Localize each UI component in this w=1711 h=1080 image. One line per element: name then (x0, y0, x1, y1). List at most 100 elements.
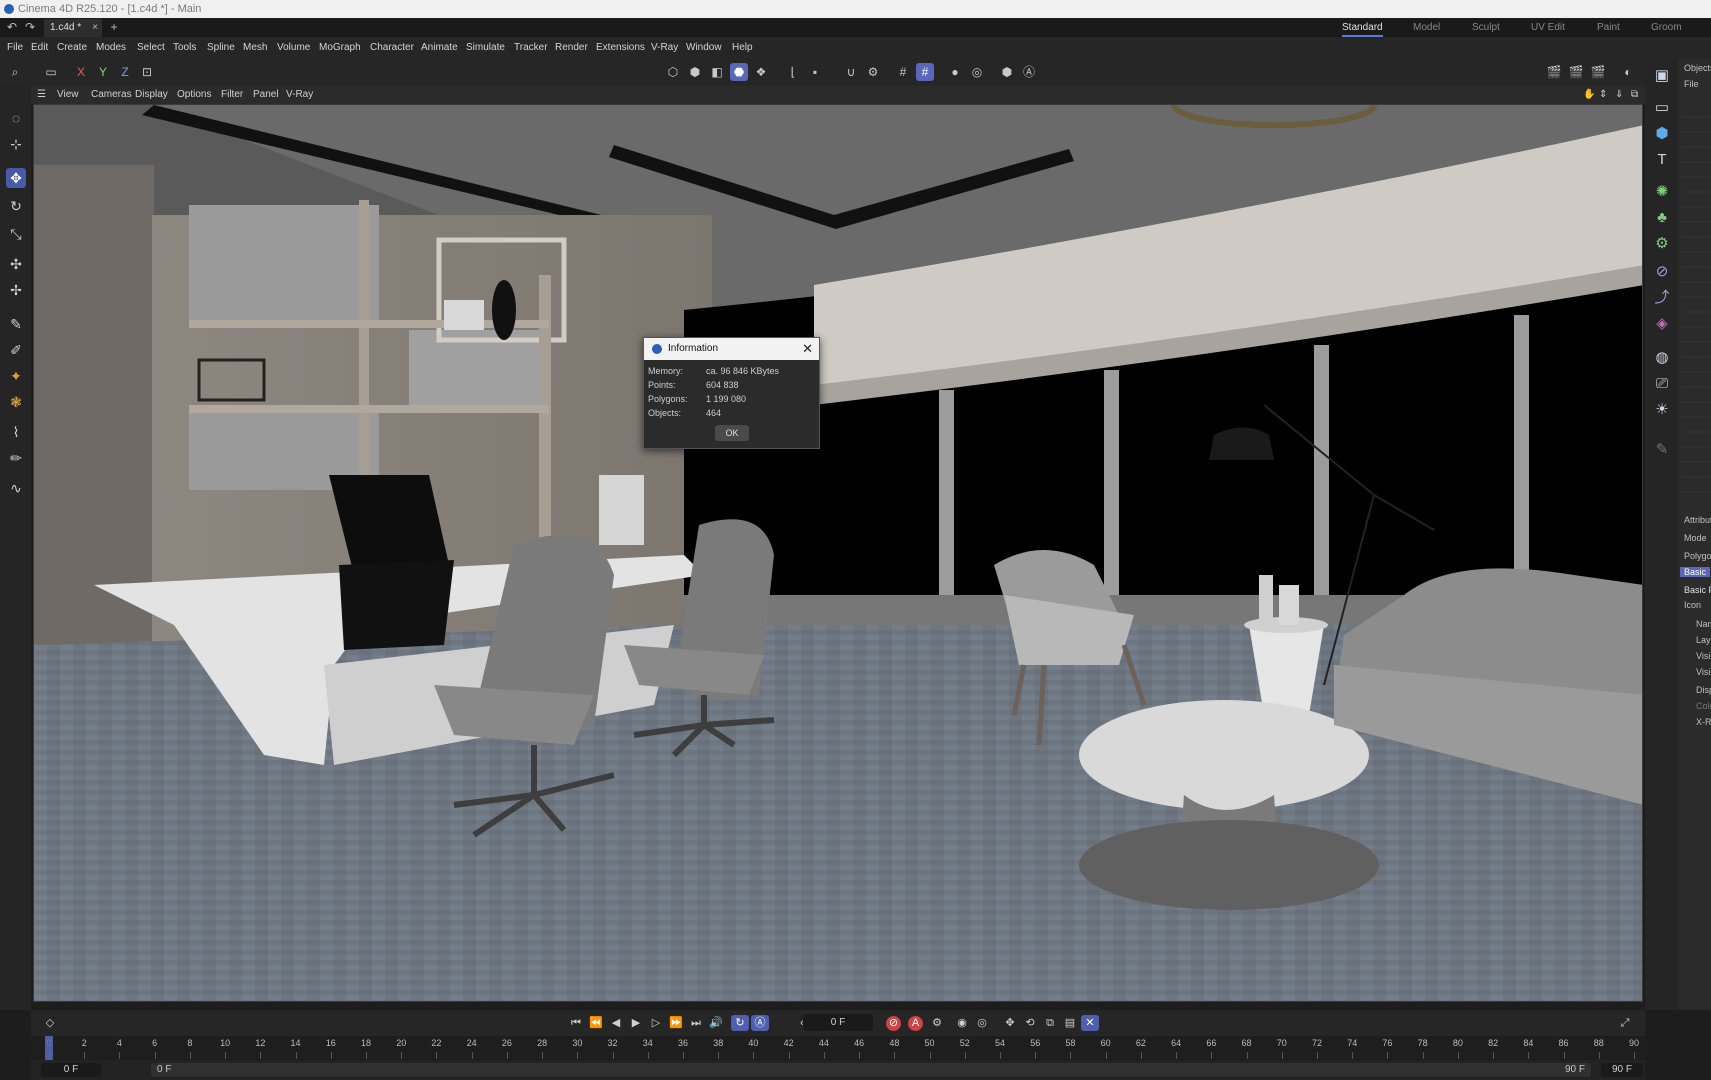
objects-panel-title[interactable]: Objects (1684, 63, 1711, 73)
render-queue-icon[interactable]: ◐ (1619, 63, 1637, 81)
cloner-icon[interactable]: ♣ (1651, 207, 1673, 229)
close-tab-icon[interactable]: × (92, 19, 98, 37)
layout-tab-uv-edit[interactable]: UV Edit (1531, 20, 1565, 35)
key-param-icon[interactable]: ⧉ (1041, 1015, 1059, 1031)
range-start-field[interactable]: 0 F (41, 1063, 101, 1077)
menu-extensions[interactable]: Extensions (596, 42, 645, 53)
layout-tab-paint[interactable]: Paint (1597, 20, 1620, 35)
key-position-icon[interactable]: ◉ (953, 1015, 971, 1031)
spline-pen-icon[interactable]: ✎ (6, 314, 26, 334)
layout-tab-groom[interactable]: Groom (1651, 20, 1682, 35)
model-mode-icon[interactable]: ⬣ (730, 63, 748, 81)
go-to-end-icon[interactable]: ⏭ (687, 1015, 705, 1031)
menu-vray[interactable]: V-Ray (651, 42, 678, 53)
sound-icon[interactable]: 🔊 (707, 1015, 725, 1031)
viewport-zoom-icon[interactable]: ⇓ (1615, 89, 1623, 100)
menu-spline[interactable]: Spline (207, 42, 235, 53)
dialog-close-icon[interactable]: ✕ (802, 338, 813, 360)
light-icon[interactable]: ☀ (1651, 399, 1673, 421)
redo-icon[interactable]: ↷ (22, 20, 38, 35)
selection-tools-icon[interactable]: ⊹ (6, 134, 26, 154)
menu-character[interactable]: Character (370, 42, 414, 53)
next-frame-icon[interactable]: ▷ (647, 1015, 665, 1031)
viewport-maximize-icon[interactable]: ⧉ (1631, 89, 1638, 100)
key-move-icon[interactable]: ✥ (1001, 1015, 1019, 1031)
range-end-field[interactable]: 90 F (1601, 1063, 1643, 1077)
field-icon[interactable]: ⊘ (1651, 261, 1673, 283)
edit-render-settings-icon[interactable]: 🎬 (1589, 63, 1607, 81)
points-mode-icon[interactable]: ⬡ (664, 63, 682, 81)
3d-viewport[interactable]: Information ✕ Memory: ca. 96 846 KBytes … (33, 104, 1643, 1002)
axis-z-toggle[interactable]: Z (116, 63, 134, 81)
primitive-cube-icon[interactable]: ⬢ (1651, 123, 1673, 145)
menu-help[interactable]: Help (732, 42, 753, 53)
keyframe-diamond-icon[interactable]: ◇ (41, 1015, 59, 1031)
previous-key-icon[interactable]: ⏪ (587, 1015, 605, 1031)
search-icon[interactable]: ⌕ (6, 63, 24, 81)
loop-icon[interactable]: ↻ (731, 1015, 749, 1031)
keyframe-selection-icon[interactable]: ⚙ (928, 1015, 946, 1031)
range-slider-track[interactable]: 0 F 90 F (151, 1063, 1591, 1077)
viewport-menu-cameras[interactable]: Cameras (91, 89, 132, 100)
menu-render[interactable]: Render (555, 42, 588, 53)
deformer-icon[interactable]: ⚙ (1651, 233, 1673, 255)
grid-icon[interactable]: # (894, 63, 912, 81)
layout-tab-model[interactable]: Model (1413, 20, 1440, 35)
tag-icon[interactable]: ◈ (1651, 313, 1673, 335)
undo-view-icon[interactable]: ▭ (42, 63, 60, 81)
viewport-menu-panel[interactable]: Panel (253, 89, 279, 100)
render-picture-viewer-icon[interactable]: 🎬 (1567, 63, 1585, 81)
text-object-icon[interactable]: T (1651, 149, 1673, 171)
go-to-start-icon[interactable]: ⏮ (567, 1015, 585, 1031)
viewport-pan-icon[interactable]: ✋ (1583, 89, 1595, 100)
viewport-menu-view[interactable]: View (57, 89, 79, 100)
menu-modes[interactable]: Modes (96, 42, 126, 53)
menu-volume[interactable]: Volume (277, 42, 310, 53)
current-frame-field[interactable]: 0 F (803, 1014, 873, 1031)
object-mode-icon[interactable]: ❖ (752, 63, 770, 81)
menu-select[interactable]: Select (137, 42, 165, 53)
menu-tools[interactable]: Tools (173, 42, 196, 53)
play-icon[interactable]: ▶ (627, 1015, 645, 1031)
layout-tab-sculpt[interactable]: Sculpt (1472, 20, 1500, 35)
live-selection-icon[interactable]: ◌ (6, 108, 26, 128)
key-rotation-icon[interactable]: ◎ (973, 1015, 991, 1031)
edges-mode-icon[interactable]: ⬢ (686, 63, 704, 81)
menu-file[interactable]: File (7, 42, 23, 53)
menu-simulate[interactable]: Simulate (466, 42, 505, 53)
effector-icon[interactable]: ⤴ (1651, 287, 1673, 309)
objects-file-menu[interactable]: File (1684, 79, 1699, 89)
polygon-pen-icon[interactable]: ✦ (6, 366, 26, 386)
key-scale-icon[interactable]: ⟲ (1021, 1015, 1039, 1031)
viewport-menu-options[interactable]: Options (177, 89, 211, 100)
timeline-expand-icon[interactable]: ⤢ (1616, 1015, 1634, 1031)
timeline-ruler[interactable]: 0246810121416182022242628303234363840424… (31, 1036, 1645, 1060)
autokey-icon[interactable]: A (908, 1016, 923, 1031)
spline-draw-icon[interactable]: ∿ (6, 478, 26, 498)
add-tab-icon[interactable]: + (106, 20, 122, 35)
axis-mode-icon[interactable]: ⌊ (784, 63, 802, 81)
viewport-menu-filter[interactable]: Filter (221, 89, 243, 100)
attributes-basic-tab[interactable]: Basic (1680, 567, 1711, 577)
camera-icon[interactable]: ⎚ (1651, 373, 1673, 395)
viewport-menu-display[interactable]: Display (135, 89, 168, 100)
sculpt-brush-icon[interactable]: ✏ (6, 448, 26, 468)
pen-icon[interactable]: ✎ (1651, 439, 1673, 461)
menu-window[interactable]: Window (686, 42, 722, 53)
menu-animate[interactable]: Animate (421, 42, 458, 53)
brush-icon[interactable]: ⌇ (6, 422, 26, 442)
attributes-mode-menu[interactable]: Mode (1684, 533, 1707, 543)
menu-edit[interactable]: Edit (31, 42, 48, 53)
render-view-icon[interactable]: 🎬 (1545, 63, 1563, 81)
cube-object-icon[interactable]: ▣ (1651, 65, 1673, 87)
icon-property-label[interactable]: Icon (1684, 600, 1701, 610)
previous-frame-icon[interactable]: ◀ (607, 1015, 625, 1031)
placement-tool-icon[interactable]: ✢ (6, 280, 26, 300)
playhead[interactable] (45, 1036, 53, 1060)
attributes-panel-title[interactable]: Attributes (1684, 515, 1711, 525)
key-points-icon[interactable]: ✕ (1081, 1015, 1099, 1031)
texture-mode-icon[interactable]: ▪ (806, 63, 824, 81)
transform-tool-icon[interactable]: ✣ (6, 254, 26, 274)
move-tool-icon[interactable]: ✥ (6, 168, 26, 188)
spline-object-icon[interactable]: ▭ (1651, 97, 1673, 119)
